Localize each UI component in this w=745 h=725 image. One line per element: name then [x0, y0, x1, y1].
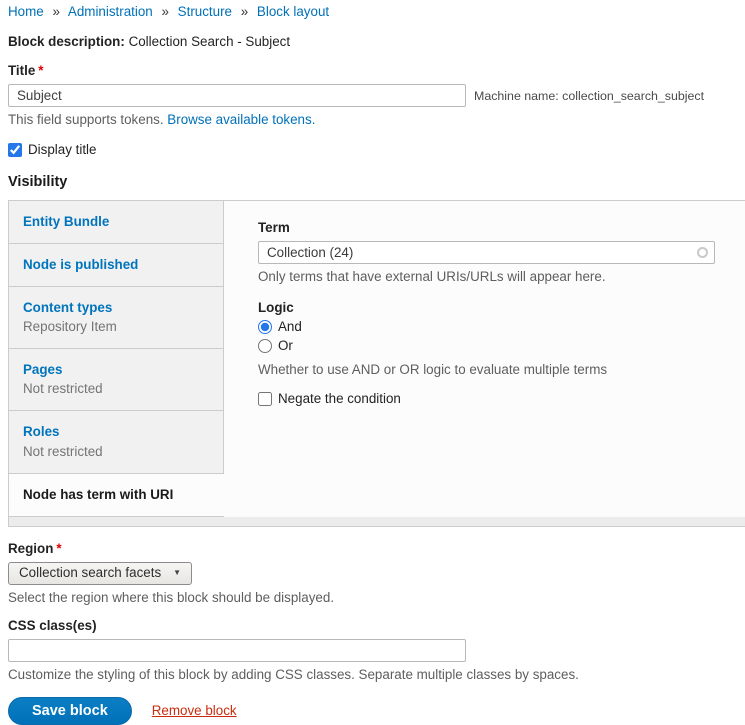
vtab-node-has-term-with-uri[interactable]: Node has term with URI — [9, 474, 224, 517]
breadcrumb-separator: » — [241, 4, 248, 19]
title-label: Title* — [8, 63, 745, 78]
display-title-checkbox[interactable] — [8, 143, 22, 157]
vtab-roles[interactable]: Roles Not restricted — [9, 411, 224, 473]
negate-condition-label[interactable]: Negate the condition — [278, 391, 401, 406]
machine-name: Machine name: collection_search_subject — [474, 89, 704, 103]
save-block-button[interactable]: Save block — [8, 697, 132, 725]
vtab-pages[interactable]: Pages Not restricted — [9, 349, 224, 411]
vtab-summary: Repository Item — [23, 319, 209, 335]
breadcrumb-link-administration[interactable]: Administration — [68, 4, 153, 19]
chevron-down-icon: ▼ — [173, 568, 181, 577]
display-title-label[interactable]: Display title — [28, 142, 96, 157]
block-description-label: Block description: — [8, 34, 125, 49]
machine-name-value: collection_search_subject — [562, 89, 704, 103]
vtab-entity-bundle[interactable]: Entity Bundle — [9, 201, 224, 244]
node-has-term-pane: Term Only terms that have external URIs/… — [224, 201, 745, 517]
vtab-content-types[interactable]: Content types Repository Item — [9, 287, 224, 349]
vtab-label: Entity Bundle — [23, 214, 109, 229]
region-label-text: Region — [8, 541, 53, 556]
autocomplete-icon — [697, 247, 708, 258]
breadcrumb: Home » Administration » Structure » Bloc… — [8, 4, 745, 19]
term-label: Term — [258, 220, 722, 235]
vtab-label: Node has term with URI — [23, 487, 173, 502]
block-description-value: Collection Search - Subject — [129, 34, 291, 49]
negate-condition-checkbox[interactable] — [258, 392, 272, 406]
region-select[interactable]: Collection search facets ▼ — [8, 562, 192, 585]
vtab-summary: Not restricted — [23, 381, 209, 397]
block-configure-page: Home » Administration » Structure » Bloc… — [0, 0, 745, 725]
vertical-tabs-menu: Entity Bundle Node is published Content … — [9, 201, 224, 517]
vtab-label: Node is published — [23, 257, 138, 272]
region-label: Region* — [8, 541, 745, 556]
display-title-row: Display title — [8, 142, 745, 157]
logic-description: Whether to use AND or OR logic to evalua… — [258, 362, 722, 377]
region-select-value: Collection search facets — [19, 565, 161, 580]
machine-name-label: Machine name: — [474, 89, 559, 103]
remove-block-link[interactable]: Remove block — [152, 703, 237, 718]
vtab-summary: Not restricted — [23, 444, 209, 460]
breadcrumb-separator: » — [52, 4, 59, 19]
logic-label: Logic — [258, 300, 722, 315]
css-classes-label: CSS class(es) — [8, 618, 745, 633]
block-description: Block description: Collection Search - S… — [8, 34, 745, 49]
breadcrumb-link-block-layout[interactable]: Block layout — [257, 4, 329, 19]
logic-and-label[interactable]: And — [278, 319, 302, 334]
logic-and-radio[interactable] — [258, 320, 272, 334]
browse-tokens-link[interactable]: Browse available tokens. — [167, 112, 315, 127]
visibility-heading: Visibility — [8, 174, 745, 190]
vtab-label: Pages — [23, 362, 62, 377]
vtab-label: Roles — [23, 424, 59, 439]
term-description: Only terms that have external URIs/URLs … — [258, 269, 722, 284]
title-description-text: This field supports tokens. — [8, 112, 164, 127]
css-classes-description: Customize the styling of this block by a… — [8, 667, 745, 682]
title-input[interactable] — [8, 84, 466, 107]
negate-row: Negate the condition — [258, 391, 722, 406]
required-asterisk: * — [56, 541, 61, 556]
breadcrumb-link-structure[interactable]: Structure — [178, 4, 232, 19]
term-autocomplete-input[interactable] — [258, 241, 715, 264]
title-description: This field supports tokens. Browse avail… — [8, 112, 745, 127]
vtab-label: Content types — [23, 300, 112, 315]
logic-or-radio[interactable] — [258, 339, 272, 353]
required-asterisk: * — [38, 63, 43, 78]
title-label-text: Title — [8, 63, 35, 78]
breadcrumb-separator: » — [161, 4, 168, 19]
breadcrumb-link-home[interactable]: Home — [8, 4, 44, 19]
region-description: Select the region where this block shoul… — [8, 590, 745, 605]
logic-or-label[interactable]: Or — [278, 338, 293, 353]
vtab-node-is-published[interactable]: Node is published — [9, 244, 224, 287]
visibility-vertical-tabs: Entity Bundle Node is published Content … — [8, 200, 745, 527]
css-classes-input[interactable] — [8, 639, 466, 662]
